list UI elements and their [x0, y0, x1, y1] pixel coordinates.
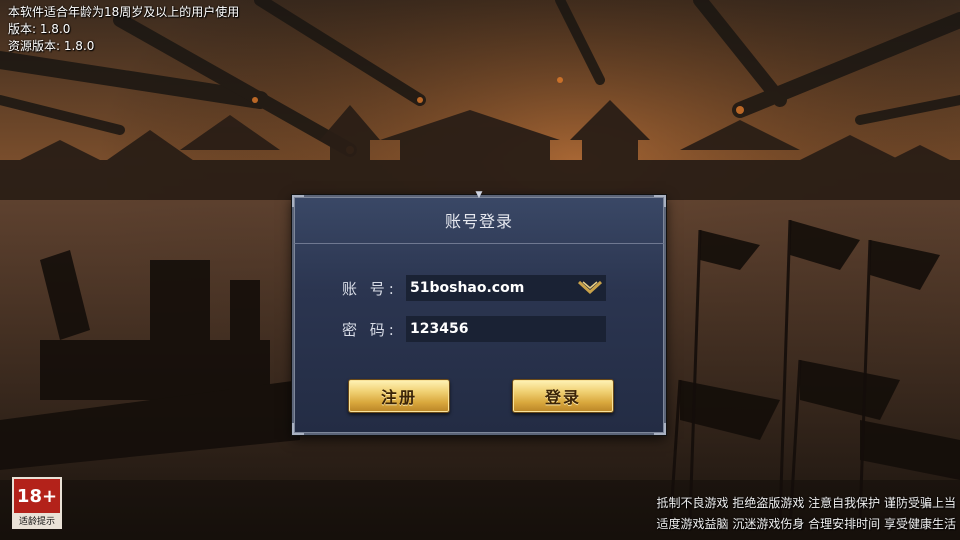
version-text: 版本: 1.8.0 — [8, 22, 71, 36]
password-input[interactable]: 123456 — [406, 316, 606, 342]
corner-ornament — [292, 423, 304, 435]
resource-version-text: 资源版本: 1.8.0 — [8, 39, 95, 53]
game-login-screen: 本软件适合年龄为18周岁及以上的用户使用 版本: 1.8.0 资源版本: 1.8… — [0, 0, 960, 540]
password-label: 密 码: — [342, 320, 398, 339]
health-notice-line2: 适度游戏益脑 沉迷游戏伤身 合理安排时间 享受健康生活 — [656, 517, 956, 531]
age-rating: 18+ — [12, 477, 62, 515]
age-notice-text: 本软件适合年龄为18周岁及以上的用户使用 — [8, 5, 240, 19]
register-button[interactable]: 注册 — [348, 379, 450, 413]
panel-header: 账号登录 — [294, 197, 664, 244]
password-row: 密 码: 123456 — [342, 316, 606, 342]
health-notice-line1: 抵制不良游戏 拒绝盗版游戏 注意自我保护 谨防受骗上当 — [656, 496, 956, 510]
health-gaming-notice: 抵制不良游戏 拒绝盗版游戏 注意自我保护 谨防受骗上当 适度游戏益脑 沉迷游戏伤… — [657, 493, 956, 535]
login-dialog: ▼ 账号登录 账 号: 51boshao.com 密 码: 123456 注册 … — [292, 191, 666, 435]
top-info: 本软件适合年龄为18周岁及以上的用户使用 版本: 1.8.0 资源版本: 1.8… — [8, 4, 239, 55]
chevron-down-icon[interactable] — [576, 278, 604, 298]
account-label: 账 号: — [342, 279, 398, 298]
panel-title: 账号登录 — [444, 212, 513, 231]
corner-ornament — [654, 423, 666, 435]
login-button[interactable]: 登录 — [512, 379, 614, 413]
account-row: 账 号: 51boshao.com — [342, 275, 606, 301]
account-field-wrap: 51boshao.com — [406, 275, 606, 301]
age-caption: 适龄提示 — [12, 515, 62, 529]
age-rating-badge: 18+ 适龄提示 — [12, 477, 62, 529]
